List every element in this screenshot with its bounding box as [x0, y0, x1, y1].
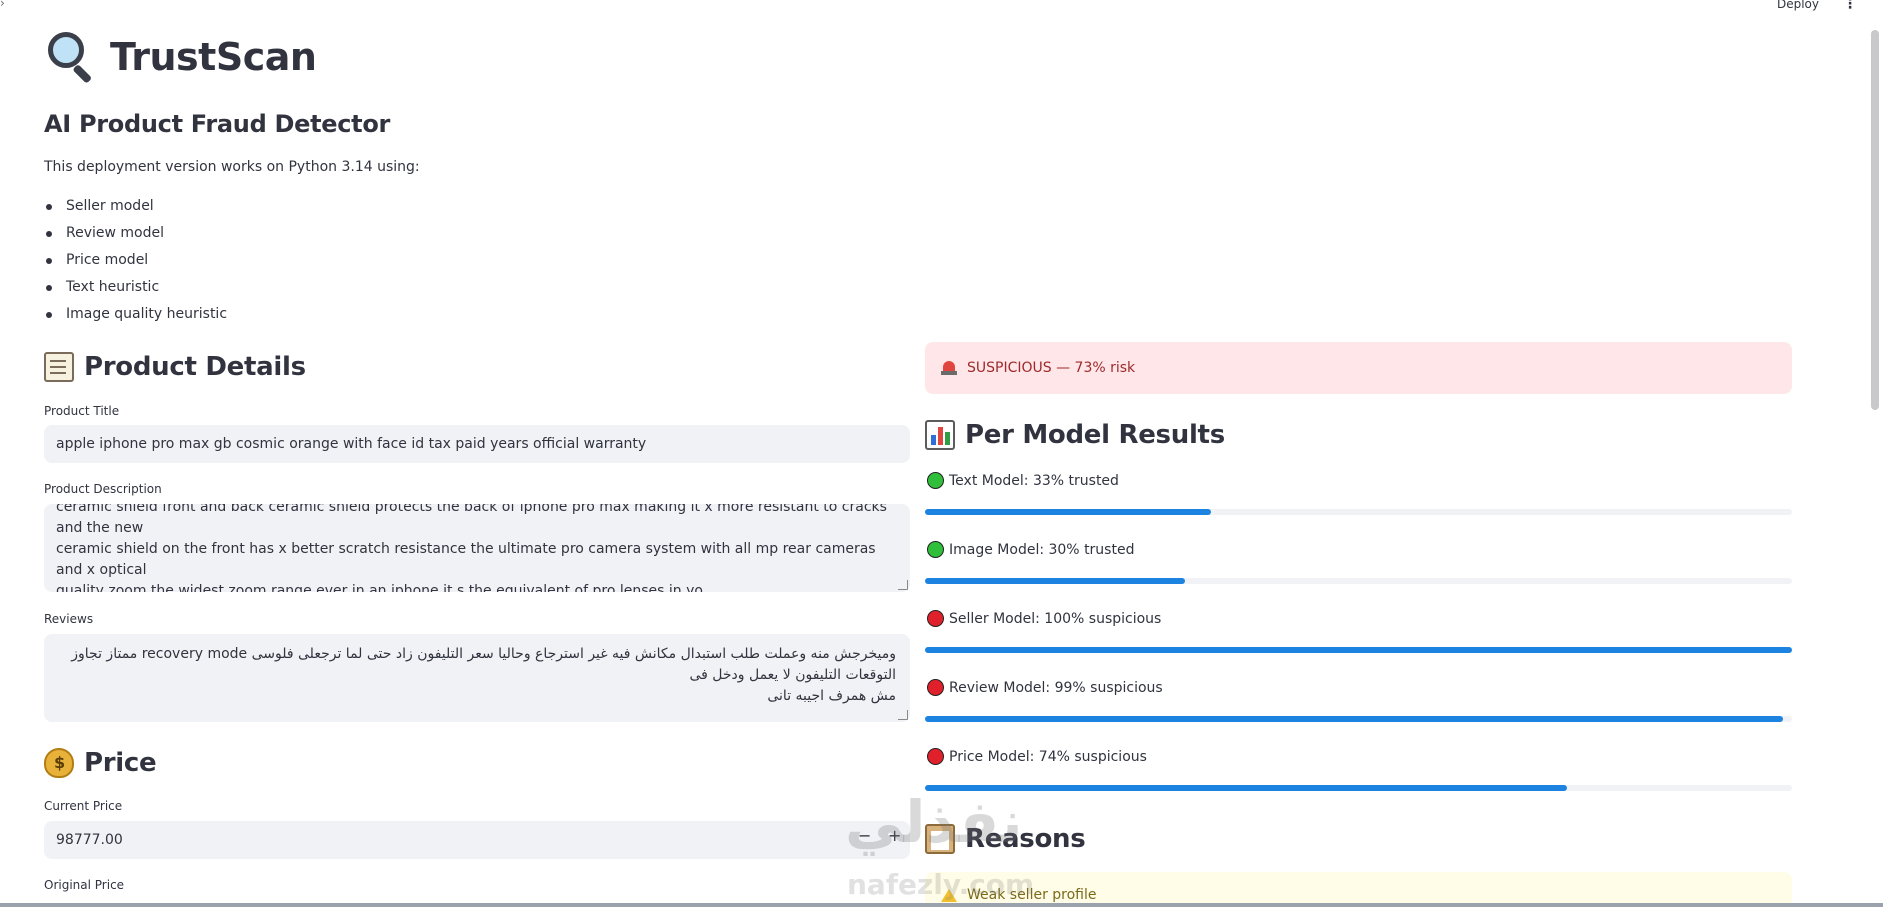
model-result-label: Review Model: 99% suspicious — [949, 680, 1163, 696]
list-item: Image quality heuristic — [44, 304, 227, 331]
progress-track — [925, 716, 1792, 722]
model-result-row: Image Model: 30% trusted — [925, 539, 1792, 595]
price-heading: Price — [44, 748, 157, 778]
app-subtitle: AI Product Fraud Detector — [44, 110, 391, 138]
top-toolbar: › Deploy ⋮ — [0, 0, 1883, 14]
reviews-textarea[interactable]: وميخرجش منه وعملت طلب استبدال مكانش فيه … — [44, 634, 910, 722]
deploy-button[interactable]: Deploy — [1777, 0, 1819, 11]
police-light-icon — [941, 361, 957, 375]
red-circle-icon — [927, 748, 944, 765]
product-title-label: Product Title — [44, 404, 120, 418]
original-price-label: Original Price — [44, 878, 125, 892]
current-price-input[interactable]: 98777.00 — [44, 821, 910, 859]
reasons-heading: Reasons — [925, 824, 1086, 854]
description-line: ceramic shield on the front has x better… — [56, 541, 876, 578]
product-description-label: Product Description — [44, 482, 162, 496]
main-menu-icon[interactable]: ⋮ — [1843, 0, 1857, 12]
resize-handle-icon[interactable] — [898, 710, 908, 720]
intro-text: This deployment version works on Python … — [44, 159, 420, 175]
model-result-label: Seller Model: 100% suspicious — [949, 611, 1162, 627]
review-line: وميخرجش منه وعملت طلب استبدال مكانش فيه … — [71, 646, 896, 683]
memo-icon — [44, 352, 74, 382]
description-line: ceramic shield front and back ceramic sh… — [56, 504, 887, 536]
red-circle-icon — [927, 679, 944, 696]
progress-track — [925, 785, 1792, 791]
warning-icon — [941, 889, 957, 902]
red-circle-icon — [927, 610, 944, 627]
description-line: quality zoom the widest zoom range ever … — [56, 583, 703, 592]
model-result-row: Review Model: 99% suspicious — [925, 677, 1792, 733]
clipboard-icon — [925, 824, 955, 854]
product-details-title: Product Details — [84, 352, 306, 382]
model-result-label: Price Model: 74% suspicious — [949, 749, 1147, 765]
progress-track — [925, 509, 1792, 515]
components-list: Seller model Review model Price model Te… — [44, 196, 227, 331]
model-result-row: Text Model: 33% trusted — [925, 470, 1792, 526]
current-price-label: Current Price — [44, 799, 123, 813]
green-circle-icon — [927, 472, 944, 489]
results-title: Per Model Results — [965, 420, 1225, 450]
reason-text: Weak seller profile — [967, 887, 1097, 903]
progress-fill — [925, 716, 1784, 722]
app-header: TrustScan — [44, 30, 317, 84]
results-heading: Per Model Results — [925, 420, 1225, 450]
verdict-alert: SUSPICIOUS — 73% risk — [925, 342, 1792, 394]
green-circle-icon — [927, 541, 944, 558]
product-title-input[interactable]: apple iphone pro max gb cosmic orange wi… — [44, 425, 910, 463]
reasons-title: Reasons — [965, 824, 1086, 854]
list-item: Seller model — [44, 196, 227, 223]
price-title: Price — [84, 748, 157, 778]
progress-fill — [925, 785, 1567, 791]
reviews-label: Reviews — [44, 612, 94, 626]
product-description-textarea[interactable]: ceramic shield front and back ceramic sh… — [44, 504, 910, 592]
product-details-heading: Product Details — [44, 352, 306, 382]
app-title: TrustScan — [110, 35, 317, 79]
progress-fill — [925, 509, 1212, 515]
bar-chart-icon — [925, 420, 955, 450]
page-scrollbar[interactable] — [1871, 30, 1879, 410]
model-result-row: Price Model: 74% suspicious — [925, 746, 1792, 802]
list-item: Text heuristic — [44, 277, 227, 304]
resize-handle-icon[interactable] — [898, 580, 908, 590]
model-result-label: Text Model: 33% trusted — [949, 473, 1119, 489]
magnifying-glass-icon — [44, 30, 98, 84]
progress-fill — [925, 578, 1186, 584]
model-result-row: Seller Model: 100% suspicious — [925, 608, 1792, 664]
model-result-label: Image Model: 30% trusted — [949, 542, 1135, 558]
list-item: Price model — [44, 250, 227, 277]
reason-warning: Weak seller profile — [925, 872, 1792, 907]
bottom-strip — [0, 903, 1883, 907]
increment-button[interactable]: + — [888, 826, 901, 845]
review-line: مش همرف اجيبه تانى — [767, 688, 896, 704]
money-bag-icon — [44, 748, 74, 778]
verdict-text: SUSPICIOUS — 73% risk — [967, 360, 1136, 376]
progress-track — [925, 647, 1792, 653]
progress-fill — [925, 647, 1792, 653]
list-item: Review model — [44, 223, 227, 250]
sidebar-expand-icon[interactable]: › — [0, 0, 5, 10]
description-text: ceramic shield front and back ceramic sh… — [56, 504, 896, 592]
decrement-button[interactable]: − — [858, 826, 871, 845]
progress-track — [925, 578, 1792, 584]
